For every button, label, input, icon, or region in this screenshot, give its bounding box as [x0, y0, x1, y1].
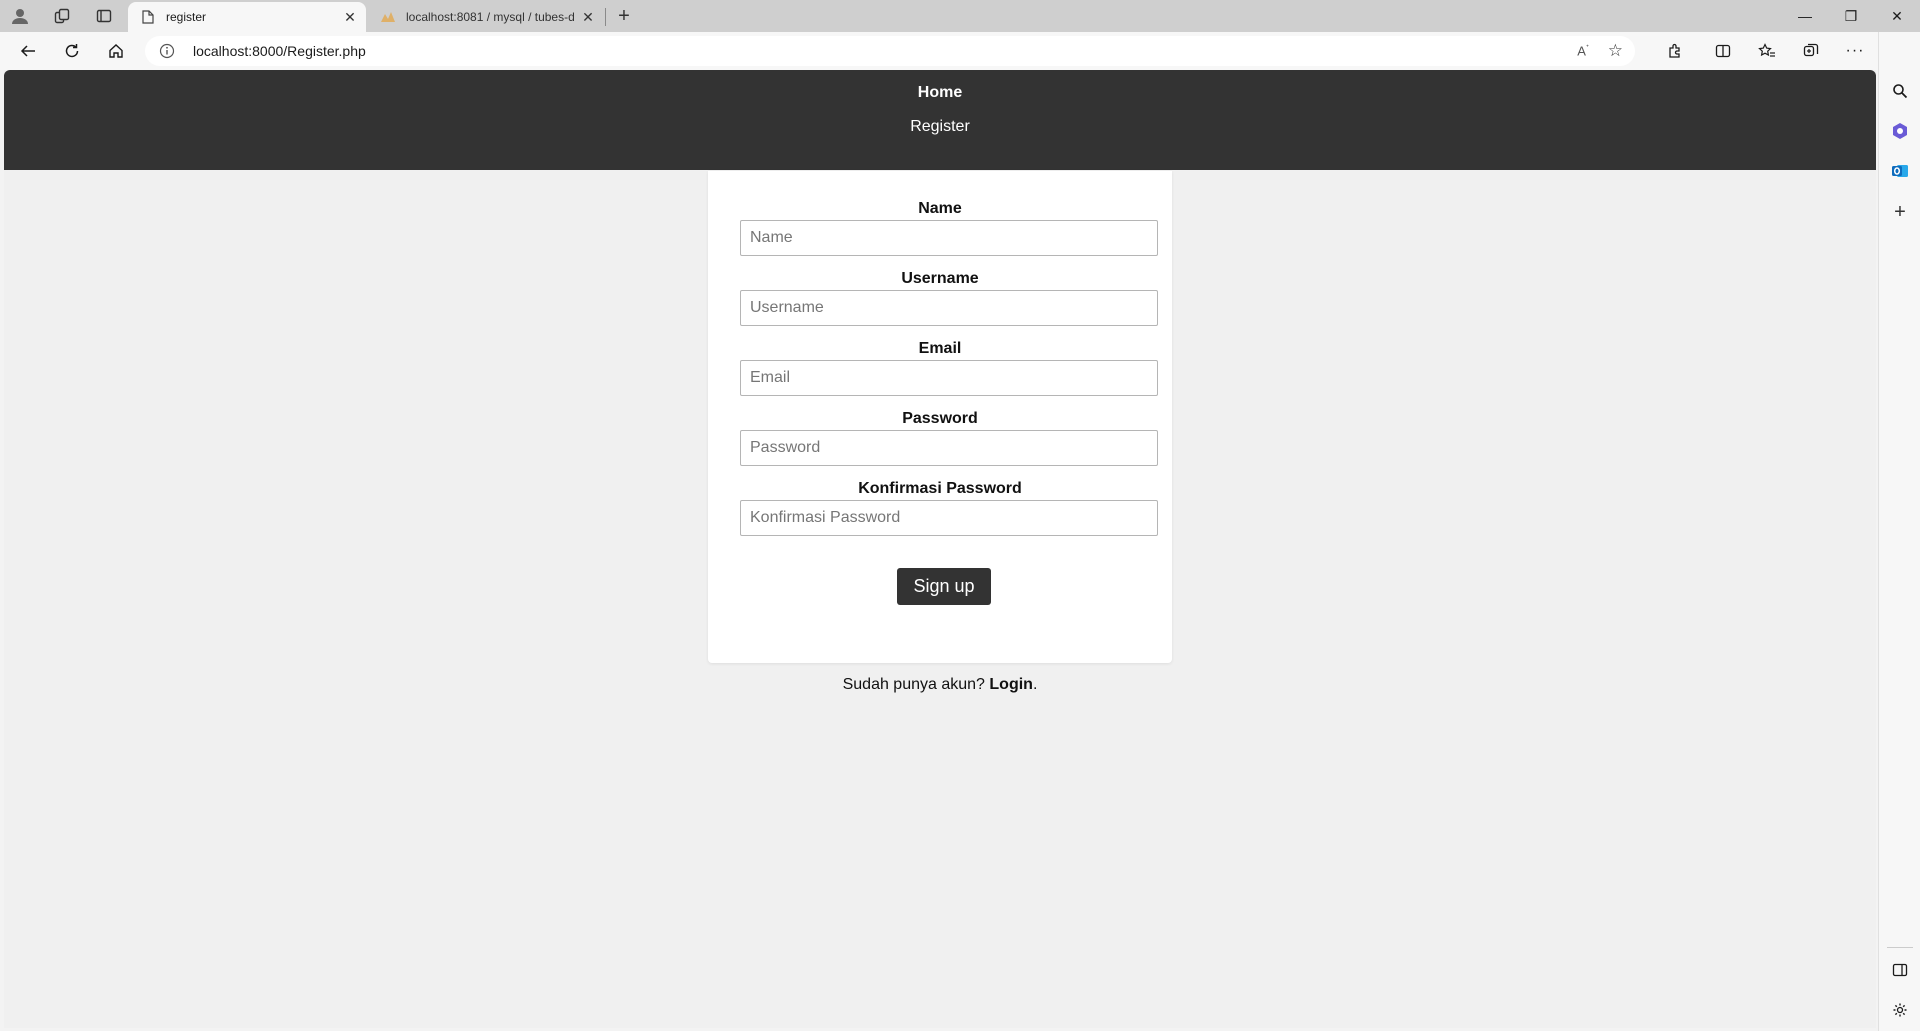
login-prompt-text: Sudah punya akun? [842, 676, 990, 693]
password-label: Password [902, 410, 978, 427]
register-form: Name Username Email Password Konfirmasi … [708, 171, 1172, 663]
password-input[interactable] [740, 430, 1158, 466]
home-icon[interactable] [101, 37, 131, 65]
phpmyadmin-icon [380, 9, 396, 25]
info-icon[interactable] [159, 43, 175, 59]
address-bar[interactable]: localhost:8000/Register.php Aᐩ ☆ [145, 36, 1635, 66]
sidebar-divider [1887, 947, 1913, 948]
settings-icon[interactable] [1886, 996, 1914, 1024]
extensions-icon[interactable] [1660, 37, 1690, 65]
restore-button[interactable]: ❐ [1828, 0, 1874, 32]
split-screen-icon[interactable] [1708, 37, 1738, 65]
name-label: Name [918, 200, 962, 217]
profile-icon[interactable] [4, 4, 36, 28]
back-icon[interactable] [13, 37, 43, 65]
read-aloud-icon[interactable]: Aᐩ [1577, 43, 1589, 58]
close-icon[interactable]: ✕ [340, 7, 360, 27]
search-icon[interactable] [1886, 77, 1914, 105]
tab-title: register [166, 10, 207, 24]
login-prompt-suffix: . [1032, 676, 1038, 693]
site-header: Home Register [4, 70, 1876, 170]
copilot-icon[interactable] [1886, 117, 1914, 145]
tab-separator [605, 8, 606, 26]
url-text[interactable]: localhost:8000/Register.php [193, 36, 366, 66]
minimize-button[interactable]: — [1782, 0, 1828, 32]
edge-sidebar: + [1878, 32, 1920, 1031]
tab-register[interactable]: register ✕ [128, 2, 366, 32]
close-icon[interactable]: ✕ [578, 7, 598, 27]
login-prompt: Sudah punya akun? Login. [4, 676, 1876, 694]
confirm-password-label: Konfirmasi Password [858, 480, 1022, 497]
nav-register-link[interactable]: Register [4, 118, 1876, 136]
collections-icon[interactable] [1796, 37, 1826, 65]
username-label: Username [901, 270, 979, 287]
browser-toolbar: localhost:8000/Register.php Aᐩ ☆ ··· [0, 32, 1920, 70]
tab-actions-icon[interactable] [88, 4, 120, 28]
confirm-password-input[interactable] [740, 500, 1158, 536]
login-link[interactable]: Login [989, 676, 1033, 693]
tab-strip: register ✕ localhost:8081 / mysql / tube… [0, 0, 1920, 32]
name-input[interactable] [740, 220, 1158, 256]
workspaces-icon[interactable] [46, 4, 78, 28]
page-viewport: Home Register Name Username Email Passwo… [4, 70, 1876, 1028]
sign-up-button[interactable]: Sign up [897, 568, 991, 605]
outlook-icon[interactable] [1886, 157, 1914, 185]
tab-phpmyadmin[interactable]: localhost:8081 / mysql / tubes-d ✕ [368, 2, 604, 32]
favorites-icon[interactable] [1752, 37, 1782, 65]
sidebar-toggle-icon[interactable] [1886, 956, 1914, 984]
email-input[interactable] [740, 360, 1158, 396]
close-window-button[interactable]: ✕ [1874, 0, 1920, 32]
email-label: Email [918, 340, 962, 357]
username-input[interactable] [740, 290, 1158, 326]
favorite-star-icon[interactable]: ☆ [1608, 41, 1623, 61]
refresh-icon[interactable] [57, 37, 87, 65]
page-icon [140, 9, 156, 25]
nav-home-link[interactable]: Home [4, 84, 1876, 102]
plus-icon[interactable]: + [612, 4, 636, 28]
add-icon[interactable]: + [1886, 198, 1914, 226]
tab-title: localhost:8081 / mysql / tubes-d [406, 10, 575, 24]
more-icon[interactable]: ··· [1840, 37, 1870, 65]
